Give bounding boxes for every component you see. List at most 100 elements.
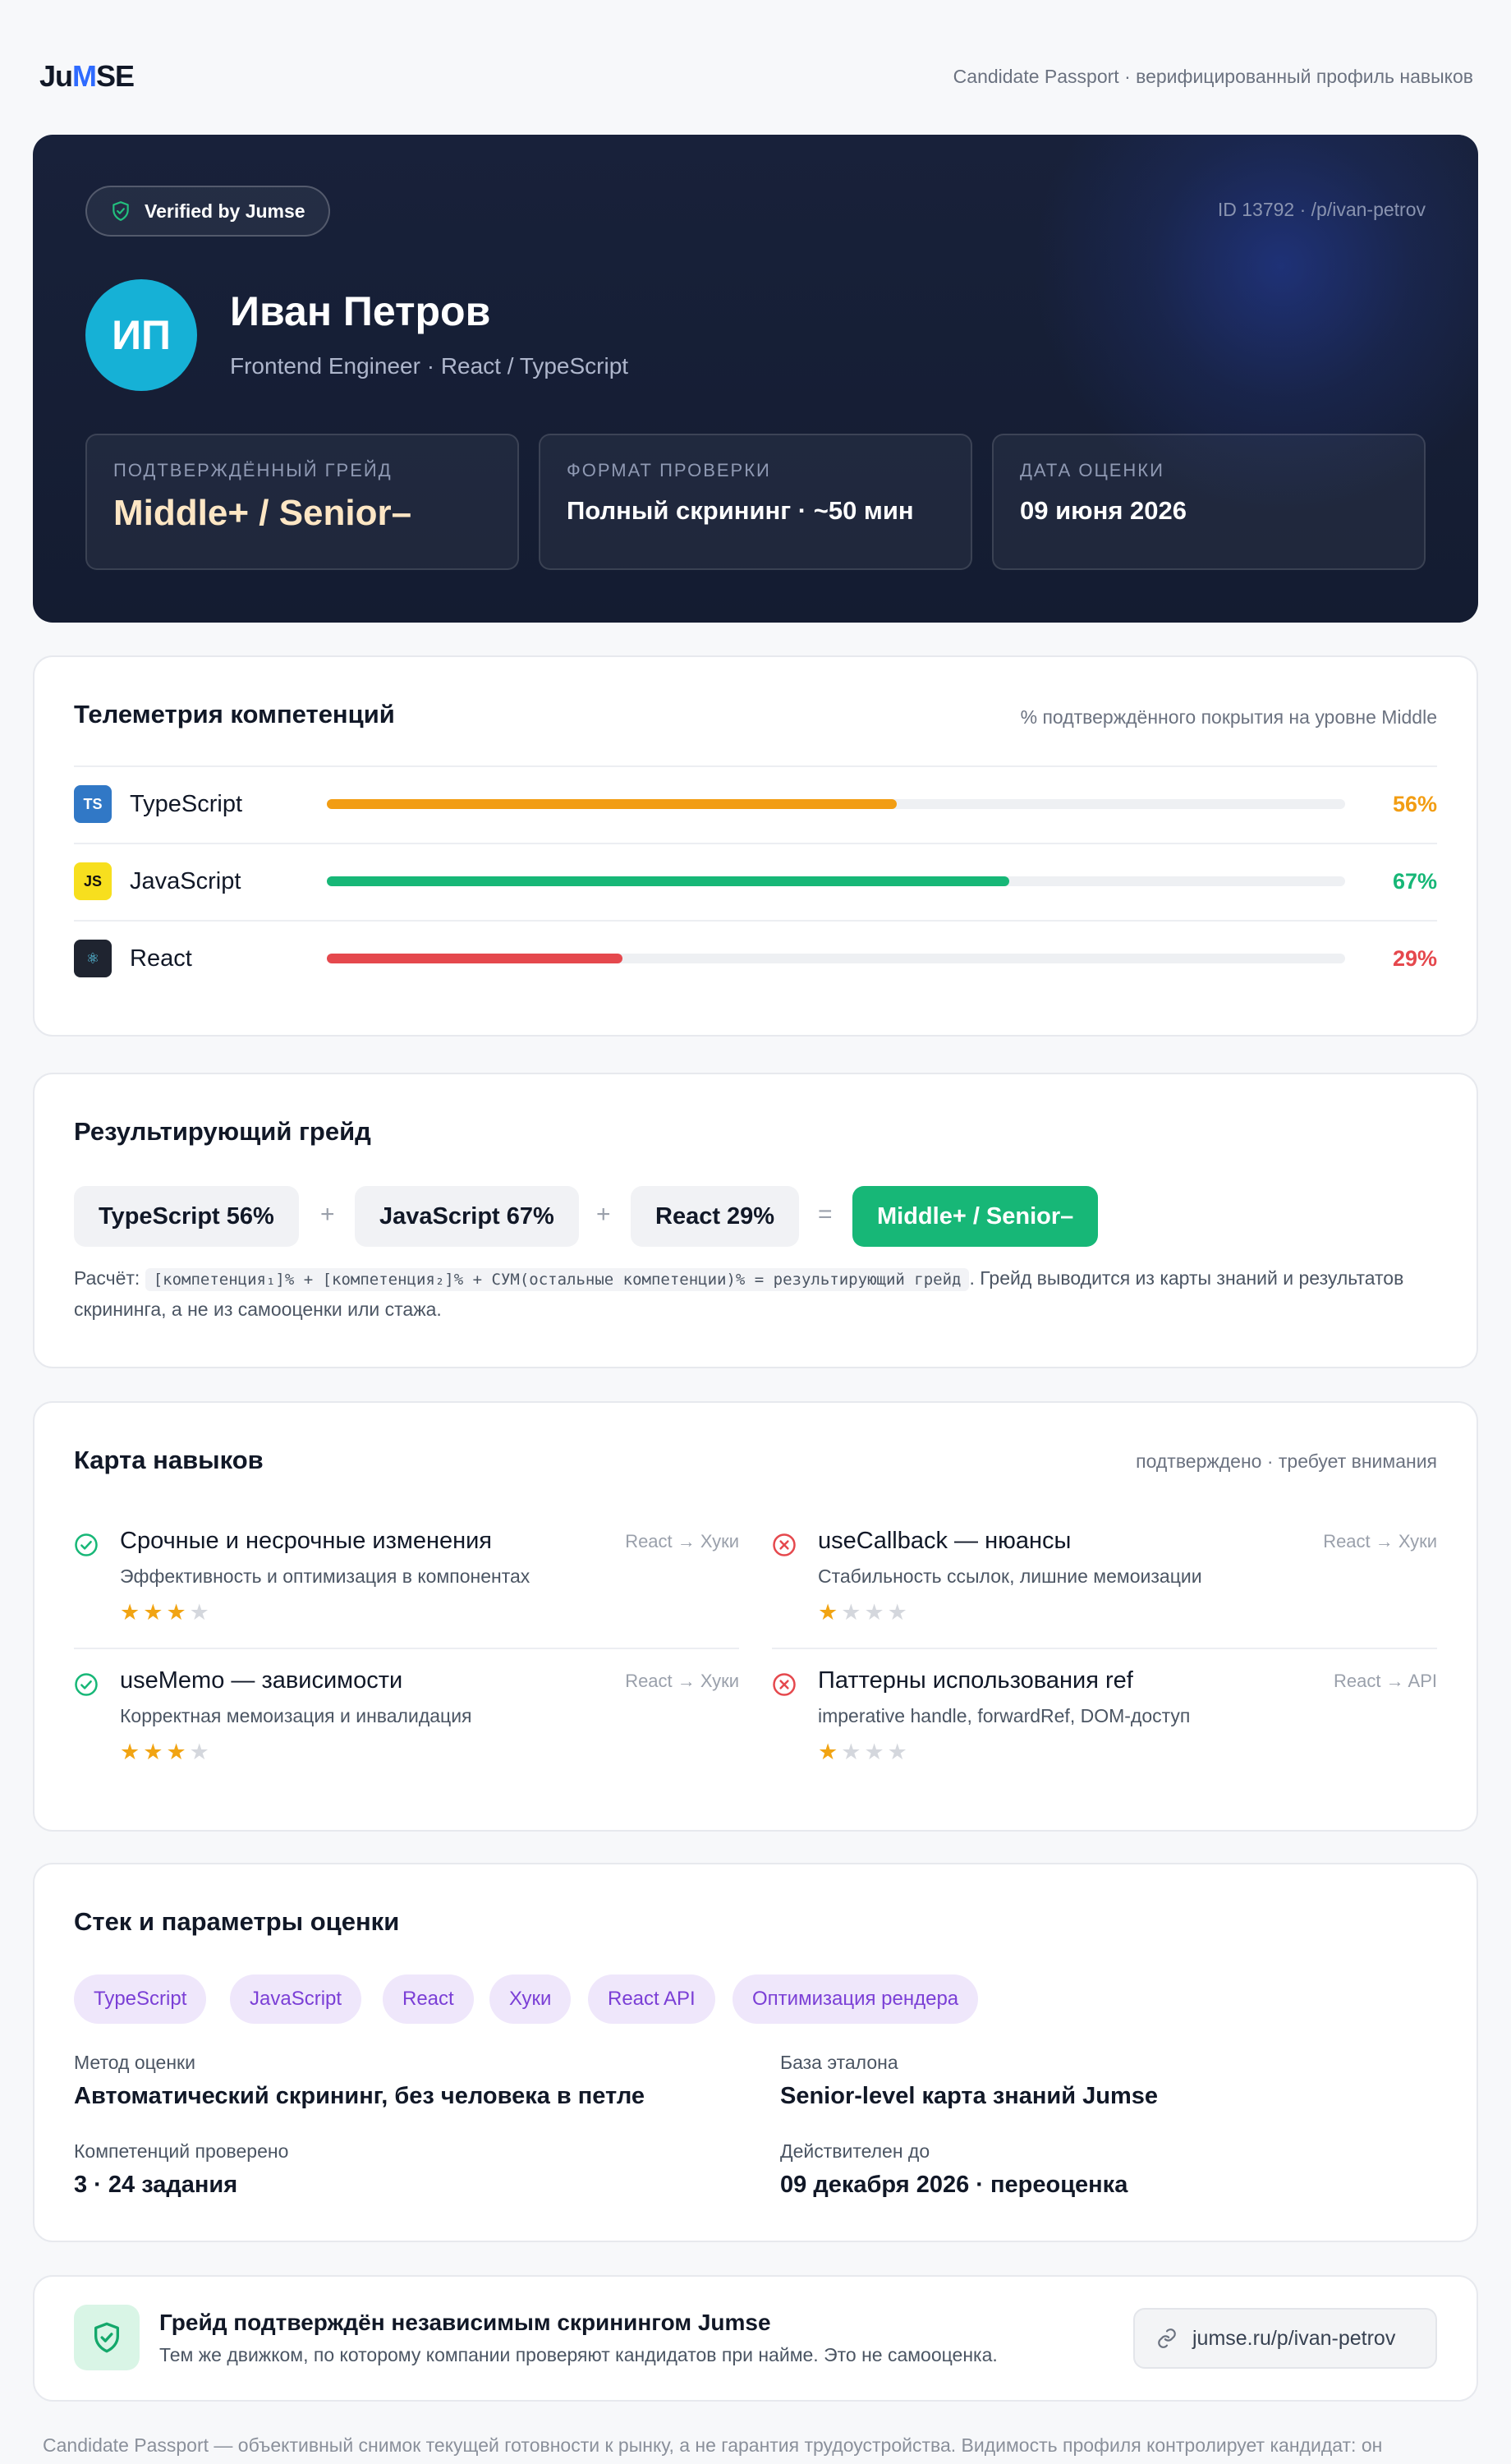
stack-title: Стек и параметры оценки [74,1907,400,1936]
profile-link-text: jumse.ru/p/ivan-petrov [1192,2326,1396,2350]
stack-tag[interactable]: React [383,1974,474,2024]
plus-sign: + [320,1201,335,1228]
skill-item[interactable]: Паттерны использования ref imperative ha… [772,1664,1437,1791]
plus-sign: + [596,1201,611,1228]
skill-path: React → Хуки [1323,1531,1437,1551]
stat-assessment-date: Дата оценки 09 июня 2026 [992,434,1426,570]
divider [74,1648,739,1649]
footnote: Candidate Passport — объективный снимок … [43,2434,1383,2456]
param-value: 09 декабря 2026 · переоценка [780,2172,1128,2198]
candidate-role: Frontend Engineer · React / TypeScript [230,353,629,379]
skill-subtitle: imperative handle, forwardRef, DOM-досту… [818,1705,1191,1726]
grade-chip-typescript: TypeScript 56% [74,1186,299,1247]
stack-tag[interactable]: TypeScript [74,1974,207,2024]
progress-track [327,954,1345,963]
param-label: Действителен до [780,2140,930,2162]
competency-percent: 56% [1392,791,1437,816]
skill-path: React → Хуки [625,1531,739,1551]
stack-tag[interactable]: Хуки [489,1974,572,2024]
skill-path: React → API [1334,1671,1437,1691]
stat-check-format: Формат проверки Полный скрининг · ~50 ми… [539,434,972,570]
star-filled-icon: ★ [818,1740,842,1764]
verify-subtitle: Тем же движком, по которому компании про… [159,2344,998,2365]
profile-link-button[interactable]: jumse.ru/p/ivan-petrov [1133,2308,1437,2369]
progress-fill [327,954,622,963]
stat-label: Подтверждённый грейд [113,460,393,480]
skill-subtitle: Корректная мемоизация и инвалидация [120,1705,472,1726]
stat-value: 09 июня 2026 [1020,496,1187,525]
verified-badge: Verified by Jumse [85,186,330,237]
stack-tag[interactable]: JavaScript [230,1974,362,2024]
shield-check-icon [94,2322,119,2353]
star-empty-icon: ★ [864,1740,888,1764]
star-empty-icon: ★ [189,1600,213,1625]
skill-title: useCallback — нюансы [818,1528,1072,1554]
grade-calculation-note: Расчёт: [компетенция₁]% + [компетенция₂]… [74,1263,1454,1324]
verified-label: Verified by Jumse [145,200,305,222]
verify-title: Грейд подтверждён независимым скринингом… [159,2310,771,2335]
equals-sign: = [818,1201,833,1228]
competency-percent: 29% [1392,945,1437,971]
candidate-passport-page: JuMSE Candidate Passport · верифицирован… [0,0,1511,2464]
react-icon: ⚛ [74,940,112,977]
star-empty-icon: ★ [189,1740,213,1764]
star-filled-icon: ★ [818,1600,842,1625]
star-empty-icon: ★ [887,1740,911,1764]
skill-map-legend: подтверждено · требует внимания [1136,1450,1437,1472]
javascript-icon: JS [74,862,112,900]
typescript-icon: TS [74,785,112,823]
link-icon [1158,2328,1176,2348]
calc-prefix: Расчёт: [74,1267,140,1289]
grade-title: Результирующий грейд [74,1117,371,1146]
progress-fill [327,799,898,809]
star-filled-icon: ★ [120,1600,144,1625]
x-circle-icon [773,1673,796,1696]
stat-value: Middle+ / Senior– [113,493,412,533]
star-rating: ★★★★ [120,1600,213,1625]
topbar-tagline: Candidate Passport · верифицированный пр… [953,65,1473,87]
skill-subtitle: Эффективность и оптимизация в компонента… [120,1565,530,1587]
candidate-hero-card: Verified by Jumse ID 13792 · /p/ivan-pet… [33,135,1478,623]
star-filled-icon: ★ [120,1740,144,1764]
skill-title: Срочные и несрочные изменения [120,1528,493,1554]
stat-label: Формат проверки [567,460,771,480]
telemetry-title: Телеметрия компетенций [74,700,395,729]
telemetry-row-react: ⚛ React 29% [74,920,1437,995]
skill-item[interactable]: useCallback — нюансы Стабильность ссылок… [772,1524,1437,1651]
star-rating: ★★★★ [818,1740,911,1765]
skill-subtitle: Стабильность ссылок, лишние мемоизации [818,1565,1202,1587]
check-circle-icon [75,1533,98,1556]
jumse-logo[interactable]: JuMSE [39,59,135,94]
star-filled-icon: ★ [166,1600,190,1625]
divider [772,1648,1437,1649]
progress-track [327,799,1345,809]
star-empty-icon: ★ [841,1740,865,1764]
skill-path: React → Хуки [625,1671,739,1691]
star-empty-icon: ★ [841,1600,865,1625]
stat-confirmed-grade: Подтверждённый грейд Middle+ / Senior– [85,434,519,570]
skill-map-title: Карта навыков [74,1446,264,1474]
verify-badge [74,2305,140,2370]
profile-id: ID 13792 · /p/ivan-petrov [1217,199,1426,220]
stack-tag[interactable]: React API [588,1974,715,2024]
avatar: ИП [85,279,197,391]
stat-value: Полный скрининг · ~50 мин [567,496,914,525]
skill-item[interactable]: useMemo — зависимости Корректная мемоиза… [74,1664,739,1791]
param-label: База эталона [780,2052,898,2073]
star-filled-icon: ★ [166,1740,190,1764]
star-empty-icon: ★ [864,1600,888,1625]
progress-track [327,876,1345,886]
star-empty-icon: ★ [887,1600,911,1625]
param-value: 3 · 24 задания [74,2172,238,2198]
skill-item[interactable]: Срочные и несрочные изменения Эффективно… [74,1524,739,1651]
telemetry-note: % подтверждённого покрытия на уровне Mid… [1020,706,1437,728]
competency-name: JavaScript [130,867,241,894]
stack-tag[interactable]: Оптимизация рендера [733,1974,979,2024]
star-filled-icon: ★ [143,1740,167,1764]
star-rating: ★★★★ [818,1600,911,1625]
grade-chip-react: React 29% [631,1186,800,1247]
param-value: Автоматический скрининг, без человека в … [74,2083,645,2109]
top-bar: JuMSE Candidate Passport · верифицирован… [39,57,1473,95]
star-filled-icon: ★ [143,1600,167,1625]
grade-result-chip: Middle+ / Senior– [852,1186,1099,1247]
